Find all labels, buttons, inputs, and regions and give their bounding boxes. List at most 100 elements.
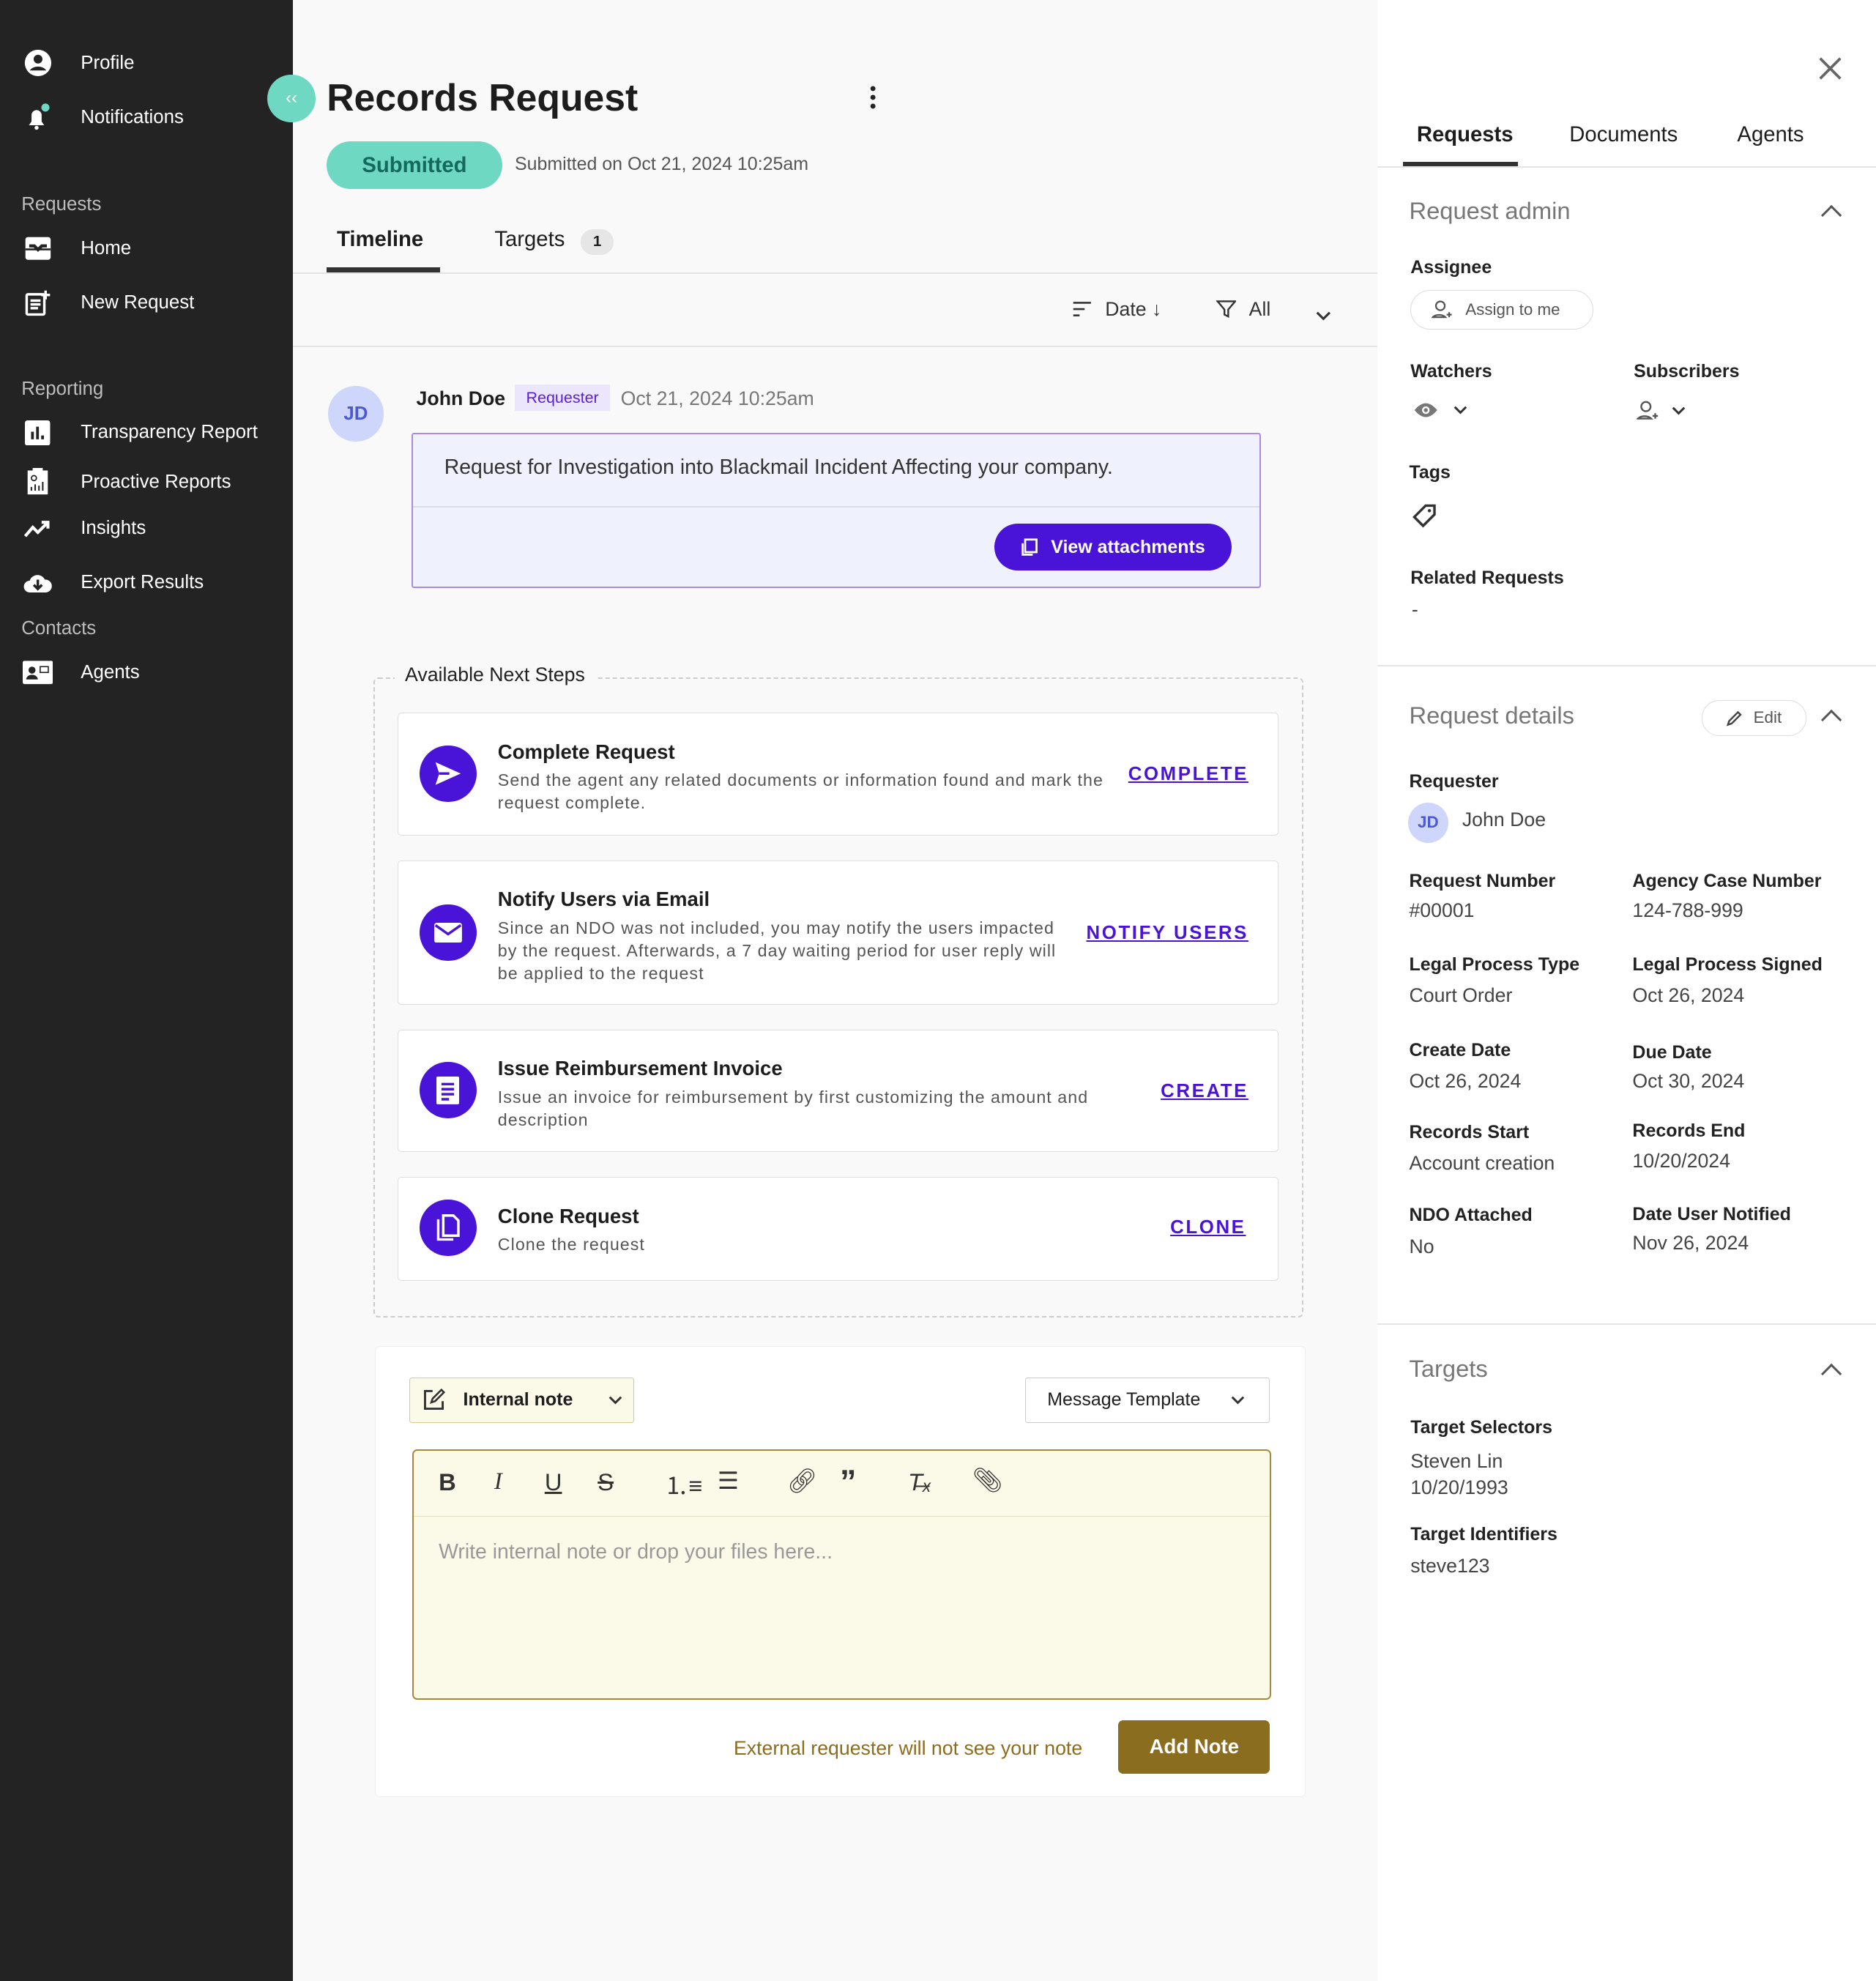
quote-icon[interactable]: ” [840, 1463, 856, 1501]
sidebar-item-export-results[interactable]: Export Results [23, 568, 204, 598]
role-badge: Requester [515, 384, 610, 410]
tab-agents[interactable]: Agents [1737, 122, 1804, 147]
editor-toolbar: B I U S ⒈≡ ☰ 🔗︎ ” T̶ₓ 📎︎ [414, 1451, 1270, 1517]
step-title: Complete Request [498, 740, 675, 764]
bold-icon[interactable]: B [439, 1468, 456, 1496]
tags-label: Tags [1409, 462, 1450, 483]
chevron-down-icon [1316, 311, 1331, 322]
step-description: Send the agent any related documents or … [498, 769, 1123, 814]
chevron-down-icon [1453, 406, 1467, 415]
next-step-card: Notify Users via Email Since an NDO was … [398, 861, 1278, 1005]
subscribers-dropdown[interactable] [1637, 400, 1686, 421]
divider [1377, 1323, 1876, 1325]
create-invoice-button[interactable]: CREATE [1161, 1081, 1248, 1102]
requester-label: Requester [1409, 771, 1498, 792]
more-options-button[interactable] [869, 83, 876, 116]
tab-targets[interactable]: Targets 1 [494, 227, 614, 254]
filter-dropdown-button[interactable] [1316, 302, 1331, 326]
field-value: Nov 26, 2024 [1632, 1232, 1749, 1255]
tag-icon[interactable] [1412, 503, 1437, 528]
ordered-list-icon[interactable]: ⒈≡ [664, 1467, 702, 1501]
link-icon[interactable]: 🔗︎ [787, 1467, 818, 1495]
bar-chart-icon [23, 417, 53, 447]
sort-label: Date ↓ [1105, 298, 1161, 321]
target-selector-name: Steven Lin [1410, 1450, 1503, 1473]
clone-button[interactable]: CLONE [1170, 1217, 1246, 1238]
mail-icon [420, 904, 477, 962]
requester-avatar: JD [1408, 803, 1448, 843]
assign-to-me-button[interactable]: Assign to me [1410, 290, 1593, 330]
collapse-sidebar-button[interactable]: ‹‹ [267, 75, 315, 122]
pencil-icon [1727, 710, 1743, 726]
complete-button[interactable]: COMPLETE [1128, 764, 1248, 785]
field-label: Request Number [1409, 871, 1555, 892]
tab-timeline[interactable]: Timeline [337, 227, 423, 252]
active-tab-indicator [327, 267, 440, 272]
sort-icon [1072, 300, 1093, 318]
target-selectors-label: Target Selectors [1410, 1417, 1552, 1438]
sidebar-item-home[interactable]: Home [23, 234, 131, 264]
target-identifier-value: steve123 [1410, 1555, 1489, 1577]
cloud-download-icon [23, 568, 53, 598]
clear-format-icon[interactable]: T̶ₓ [908, 1468, 931, 1496]
attachment-icon[interactable]: 📎︎ [972, 1466, 1003, 1494]
timeline-message: Request for Investigation into Blackmail… [444, 456, 1113, 480]
divider [413, 506, 1259, 508]
message-template-dropdown[interactable]: Message Template [1025, 1378, 1270, 1423]
button-label: Assign to me [1465, 300, 1560, 319]
report-icon [23, 467, 53, 497]
copy-icon [420, 1200, 477, 1257]
view-attachments-button[interactable]: View attachments [994, 524, 1232, 570]
sidebar-item-notifications[interactable]: Notifications [23, 103, 184, 133]
sidebar-item-insights[interactable]: Insights [23, 513, 146, 543]
invoice-icon [420, 1062, 477, 1119]
strikethrough-icon[interactable]: S [598, 1468, 614, 1496]
sort-date-button[interactable]: Date ↓ [1072, 298, 1161, 321]
sidebar-item-new-request[interactable]: New Request [23, 288, 194, 318]
attachments-icon [1021, 538, 1038, 556]
related-requests-label: Related Requests [1410, 568, 1564, 589]
button-label: View attachments [1051, 537, 1205, 558]
chevron-down-icon [1231, 1396, 1245, 1405]
subscribers-label: Subscribers [1634, 361, 1739, 382]
watchers-dropdown[interactable] [1413, 401, 1467, 419]
sidebar-item-profile[interactable]: Profile [23, 48, 134, 78]
close-icon[interactable] [1819, 57, 1842, 80]
related-requests-value: - [1412, 598, 1418, 621]
chevron-up-icon[interactable] [1821, 205, 1842, 226]
sidebar-item-label: New Request [81, 292, 194, 313]
tab-label: Timeline [337, 227, 423, 251]
tab-requests[interactable]: Requests [1417, 122, 1514, 147]
section-contacts: Contacts [21, 618, 96, 639]
filter-button[interactable]: All [1216, 298, 1270, 321]
chevron-up-icon[interactable] [1821, 1364, 1842, 1385]
note-composer: Internal note Message Template B I U S ⒈… [375, 1346, 1306, 1796]
chevron-up-icon[interactable] [1821, 710, 1842, 731]
bullet-list-icon[interactable]: ☰ [718, 1467, 739, 1495]
sidebar-item-label: Notifications [81, 107, 184, 128]
chevron-down-icon [1672, 406, 1686, 415]
edit-details-button[interactable]: Edit [1702, 700, 1806, 736]
divider [1377, 166, 1876, 168]
note-type-dropdown[interactable]: Internal note [409, 1378, 634, 1423]
step-title: Notify Users via Email [498, 888, 710, 911]
sidebar-item-transparency-report[interactable]: Transparency Report [23, 417, 258, 447]
note-editor[interactable]: B I U S ⒈≡ ☰ 🔗︎ ” T̶ₓ 📎︎ Write internal … [412, 1449, 1272, 1700]
next-step-card: Clone Request Clone the request CLONE [398, 1177, 1278, 1281]
underline-icon[interactable]: U [545, 1468, 562, 1496]
app: Profile Notifications Requests Home New … [0, 0, 1876, 1981]
targets-count-badge: 1 [581, 229, 614, 254]
tab-documents[interactable]: Documents [1569, 122, 1678, 147]
divider [1377, 665, 1876, 666]
next-step-card: Complete Request Send the agent any rela… [398, 713, 1278, 835]
sidebar-item-proactive-reports[interactable]: Proactive Reports [23, 467, 231, 497]
filter-label: All [1249, 298, 1271, 321]
italic-icon[interactable]: I [494, 1468, 502, 1495]
user-circle-icon [23, 48, 53, 78]
details-panel: Requests Documents Agents Request admin … [1377, 0, 1876, 1981]
sidebar-item-agents[interactable]: Agents [23, 658, 140, 688]
add-note-button[interactable]: Add Note [1118, 1720, 1270, 1773]
step-title: Clone Request [498, 1205, 639, 1228]
notify-users-button[interactable]: NOTIFY USERS [1087, 923, 1248, 944]
status-badge: Submitted [327, 141, 502, 189]
